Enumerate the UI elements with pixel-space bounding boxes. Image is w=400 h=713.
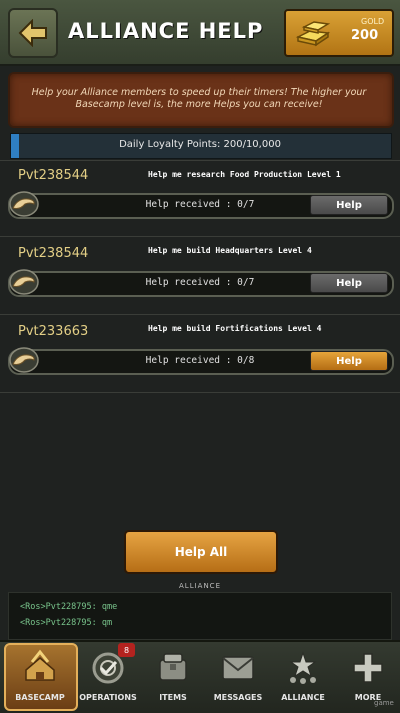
watermark: game <box>374 699 394 707</box>
messages-icon <box>222 656 254 680</box>
chat-message: <Ros>Pvt228795: qm <box>20 618 113 628</box>
basecamp-icon <box>25 649 55 681</box>
chat-message: <Ros>Pvt228795: qme <box>20 602 118 612</box>
request-message: Help me build Headquarters Level 4 <box>148 246 312 255</box>
page-title: ALLIANCE HELP <box>68 19 264 43</box>
back-button[interactable] <box>8 8 58 58</box>
chat-channel-label: ALLIANCE <box>179 582 221 590</box>
gold-amount: 200 <box>351 28 379 43</box>
request-message: Help me build Fortifications Level 4 <box>148 324 322 333</box>
help-button[interactable]: Help <box>310 195 388 215</box>
chat-panel[interactable] <box>8 592 392 640</box>
divider <box>0 236 400 237</box>
requester-name: Pvt238544 <box>18 246 89 261</box>
items-icon <box>159 653 187 681</box>
requester-name: Pvt238544 <box>18 168 89 183</box>
loyalty-text: Daily Loyalty Points: 200/10,000 <box>119 139 281 150</box>
back-arrow-icon <box>18 19 47 47</box>
gold-label: GOLD <box>361 17 385 26</box>
request-message: Help me research Food Production Level 1 <box>148 170 341 179</box>
divider <box>0 314 400 315</box>
requester-name: Pvt233663 <box>18 324 89 339</box>
divider <box>0 392 400 393</box>
help-all-button[interactable]: Help All <box>124 530 278 574</box>
gold-bars-icon <box>295 21 331 47</box>
help-button[interactable]: Help <box>310 273 388 293</box>
more-icon <box>353 653 383 683</box>
help-button[interactable]: Help <box>310 351 388 371</box>
info-text: Help your Alliance members to speed up t… <box>31 87 367 110</box>
alliance-icon <box>289 651 317 684</box>
divider <box>0 160 400 161</box>
